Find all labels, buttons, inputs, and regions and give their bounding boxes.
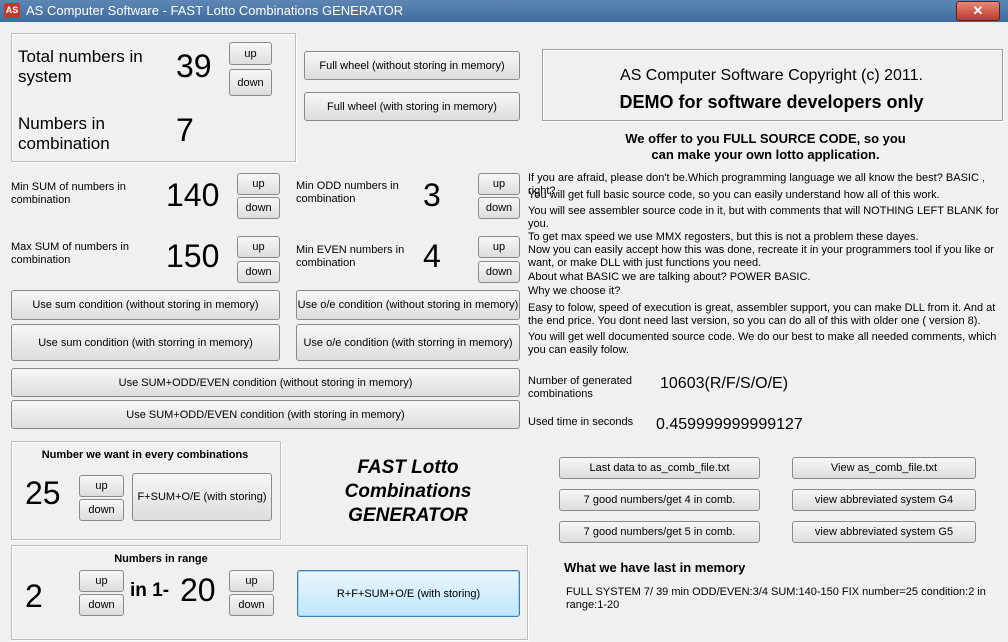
offer-paragraph: About what BASIC we are talking about? P… (528, 271, 811, 283)
min-sum-value: 140 (166, 177, 220, 213)
offer-heading-line1: We offer to you FULL SOURCE CODE, so you (625, 131, 906, 146)
min-sum-label: Min SUM of numbers in combination (11, 181, 126, 206)
title-bar: AS AS Computer Software - FAST Lotto Com… (0, 0, 1008, 22)
range-fixed-sum-oe-button[interactable]: R+F+SUM+O/E (with storing) (297, 570, 520, 617)
offer-paragraph: Easy to folow, speed of execution is gre… (528, 302, 996, 327)
offer-paragraph: You will get full basic source code, so … (528, 189, 940, 201)
full-wheel-without-storing-button[interactable]: Full wheel (without storing in memory) (304, 51, 520, 80)
fixed-up-button[interactable]: up (79, 475, 124, 497)
offer-paragraph: Why we choose it? (528, 285, 621, 297)
max-sum-up-button[interactable]: up (237, 236, 280, 258)
min-even-value: 4 (423, 238, 441, 274)
offer-paragraph: To get max speed we use MMX regosters, b… (528, 231, 919, 243)
offer-paragraph: You will get well documented source code… (528, 331, 997, 356)
app-icon: AS (4, 3, 20, 18)
combined-condition-without-storing-button[interactable]: Use SUM+ODD/EVEN condition (without stor… (11, 368, 520, 397)
good-numbers-5-button[interactable]: 7 good numbers/get 5 in comb. (559, 521, 760, 543)
range-count-value: 2 (25, 578, 43, 614)
numbers-in-combination-label: Numbers in combination (18, 114, 110, 153)
app-logo-text: FAST Lotto Combinations GENERATOR (318, 456, 498, 528)
view-system-g4-button[interactable]: view abbreviated system G4 (792, 489, 976, 511)
max-sum-value: 150 (166, 238, 220, 274)
range-max-value: 20 (180, 572, 216, 608)
view-system-g5-button[interactable]: view abbreviated system G5 (792, 521, 976, 543)
logo-line: GENERATOR (348, 505, 468, 526)
fixed-number-title: Number we want in every combinations (41, 449, 249, 461)
logo-line: Combinations (344, 481, 472, 502)
fixed-sum-oe-button[interactable]: F+SUM+O/E (with storing) (132, 473, 272, 521)
max-sum-down-button[interactable]: down (237, 261, 280, 283)
range-max-up-button[interactable]: up (229, 570, 274, 592)
range-title: Numbers in range (114, 553, 208, 565)
range-count-down-button[interactable]: down (79, 594, 124, 616)
used-time-value: 0.459999999999127 (656, 416, 803, 433)
min-even-label: Min EVEN numbers in combination (296, 244, 405, 269)
main-window: Total numbers in system 39 up down Numbe… (0, 22, 1008, 642)
logo-line: FAST Lotto (357, 457, 459, 478)
oe-condition-with-storing-button[interactable]: Use o/e condition (with storring in memo… (296, 324, 520, 361)
offer-paragraph: You will see assembler source code in it… (528, 205, 999, 230)
min-odd-value: 3 (423, 177, 441, 213)
sum-condition-with-storing-button[interactable]: Use sum condition (with storring in memo… (11, 324, 280, 361)
oe-condition-without-storing-button[interactable]: Use o/e condition (without storing in me… (296, 290, 520, 320)
offer-heading-line2: can make your own lotto application. (651, 147, 880, 162)
memory-text: FULL SYSTEM 7/ 39 min ODD/EVEN:3/4 SUM:1… (566, 586, 986, 611)
last-data-to-file-button[interactable]: Last data to as_comb_file.txt (559, 457, 760, 479)
fixed-number-value: 25 (25, 475, 61, 511)
range-count-up-button[interactable]: up (79, 570, 124, 592)
total-up-button[interactable]: up (229, 42, 272, 65)
generated-combinations-label: Number of generated combinations (528, 375, 632, 400)
numbers-in-combination-value: 7 (176, 112, 194, 148)
close-button[interactable]: ✕ (956, 1, 1000, 21)
min-even-up-button[interactable]: up (478, 236, 520, 258)
view-comb-file-button[interactable]: View as_comb_file.txt (792, 457, 976, 479)
offer-paragraph: Now you can easily accept how this was d… (528, 244, 994, 269)
window-title: AS Computer Software - FAST Lotto Combin… (26, 3, 404, 18)
min-odd-up-button[interactable]: up (478, 173, 520, 195)
range-max-down-button[interactable]: down (229, 594, 274, 616)
sum-condition-without-storing-button[interactable]: Use sum condition (without storing in me… (11, 290, 280, 320)
fixed-down-button[interactable]: down (79, 499, 124, 521)
total-numbers-value: 39 (176, 48, 212, 84)
min-even-down-button[interactable]: down (478, 261, 520, 283)
max-sum-label: Max SUM of numbers in combination (11, 241, 129, 266)
demo-notice: DEMO for software developers only (619, 92, 924, 112)
generated-combinations-value: 10603(R/F/S/O/E) (660, 375, 789, 392)
good-numbers-4-button[interactable]: 7 good numbers/get 4 in comb. (559, 489, 760, 511)
used-time-label: Used time in seconds (528, 416, 634, 428)
memory-title: What we have last in memory (564, 560, 746, 575)
min-sum-down-button[interactable]: down (237, 197, 280, 219)
full-wheel-with-storing-button[interactable]: Full wheel (with storing in memory) (304, 92, 520, 121)
combined-condition-with-storing-button[interactable]: Use SUM+ODD/EVEN condition (with storing… (11, 400, 520, 429)
total-numbers-label: Total numbers in system (18, 47, 143, 86)
min-odd-down-button[interactable]: down (478, 197, 520, 219)
range-in-label: in 1- (130, 580, 170, 601)
copyright-line: AS Computer Software Copyright (c) 2011. (620, 67, 923, 84)
total-down-button[interactable]: down (229, 69, 272, 96)
min-odd-label: Min ODD numbers in combination (296, 180, 399, 205)
min-sum-up-button[interactable]: up (237, 173, 280, 195)
